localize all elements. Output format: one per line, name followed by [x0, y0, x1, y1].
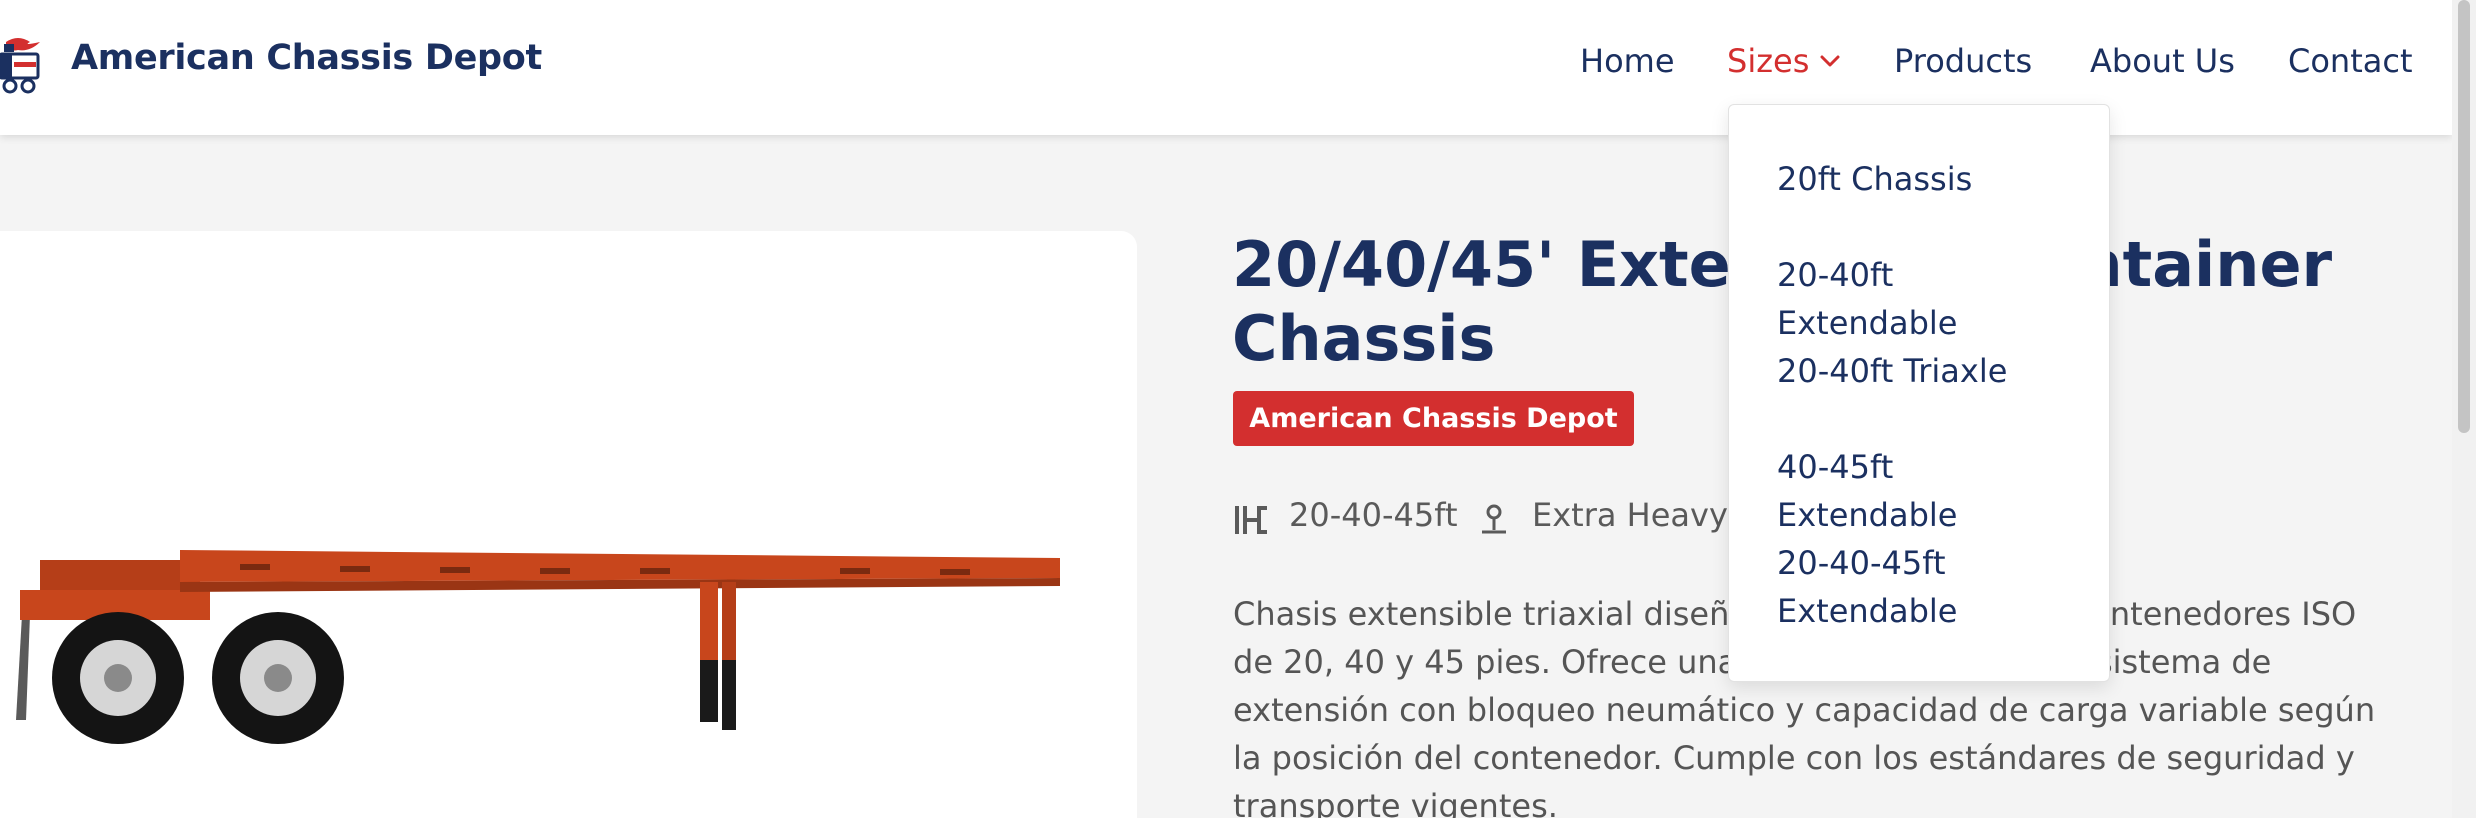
- dropdown-item-20ft-chassis[interactable]: 20ft Chassis: [1777, 155, 2077, 203]
- truck-flag-icon[interactable]: [0, 32, 40, 98]
- nav-products[interactable]: Products: [1894, 42, 2032, 80]
- brand-name[interactable]: American Chassis Depot: [71, 38, 542, 78]
- dropdown-item-20-40ft-triaxle[interactable]: 20-40ft Triaxle: [1777, 347, 2077, 395]
- scrollbar-thumb[interactable]: [2458, 0, 2470, 433]
- brand-badge: American Chassis Depot: [1233, 391, 1634, 446]
- spec-size-text: 20-40-45ft: [1289, 496, 1458, 534]
- nav-sizes[interactable]: Sizes: [1727, 42, 1809, 80]
- weight-icon: [1482, 504, 1506, 534]
- dropdown-item-20-40ft-extendable[interactable]: 20-40ft Extendable: [1777, 251, 2077, 347]
- sizes-dropdown-menu: 20ft Chassis 20-40ft Extendable 20-40ft …: [1728, 104, 2110, 682]
- nav-home[interactable]: Home: [1580, 42, 1675, 80]
- chassis-product-image[interactable]: [0, 520, 1080, 750]
- page-scrollbar[interactable]: [2452, 0, 2476, 818]
- nav-about-us[interactable]: About Us: [2090, 42, 2235, 80]
- dropdown-item-20-40-45ft-extendable[interactable]: 20-40-45ft Extendable: [1777, 539, 2077, 635]
- dropdown-item-40-45ft-extendable[interactable]: 40-45ft Extendable: [1777, 443, 2077, 539]
- chevron-down-icon[interactable]: [1820, 54, 1840, 68]
- nav-contact[interactable]: Contact: [2288, 42, 2413, 80]
- nav-sizes-label: Sizes: [1727, 42, 1810, 80]
- ruler-icon: [1235, 506, 1267, 534]
